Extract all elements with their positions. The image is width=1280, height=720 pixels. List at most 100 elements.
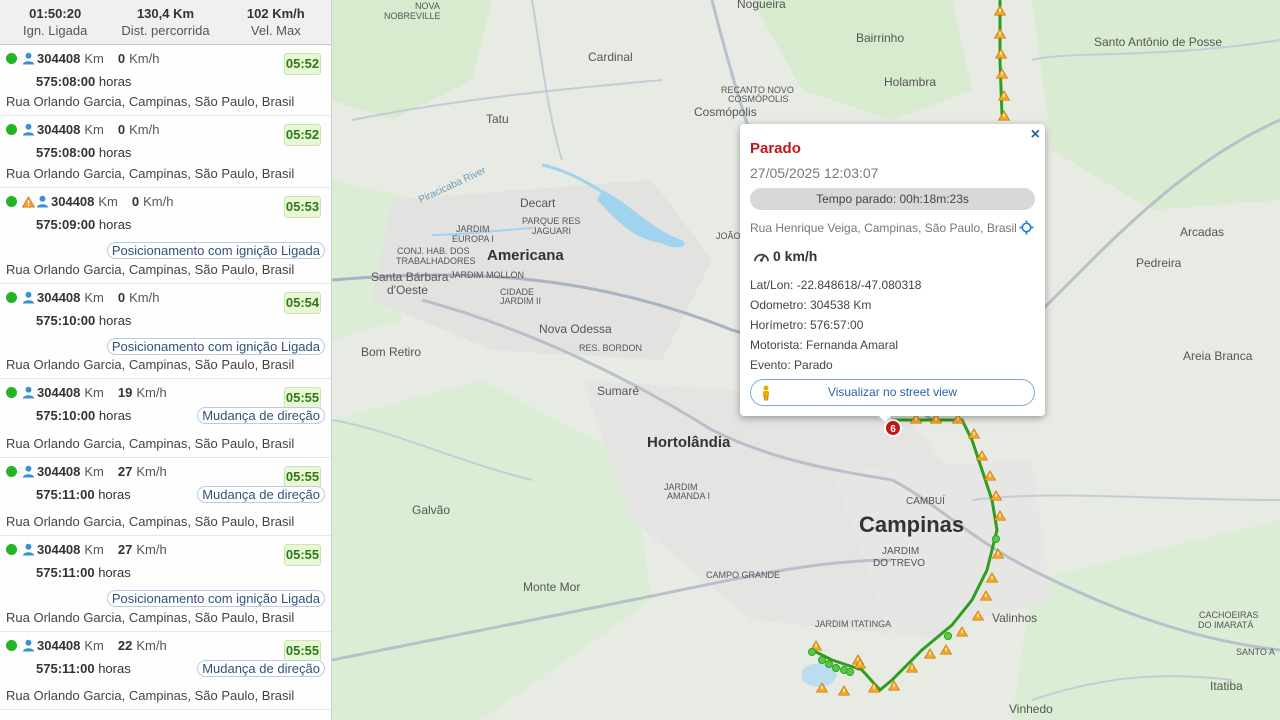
- route-warning-icon[interactable]: [992, 548, 1004, 559]
- route-warning-icon[interactable]: [940, 644, 952, 655]
- stat-max-speed: 102 Km/h Vel. Max: [221, 0, 331, 44]
- ignition-status-dot: [6, 640, 17, 651]
- event-odometer-row: 304408 Km 22 Km/h: [22, 638, 181, 653]
- place-label: Monte Mor: [523, 580, 581, 594]
- route-warning-icon[interactable]: [888, 680, 900, 691]
- street-view-button[interactable]: Visualizar no street view: [750, 379, 1035, 406]
- event-time-badge: 05:55: [284, 544, 321, 566]
- hourmeter-row: 575:11:00 horas: [36, 661, 131, 676]
- odometer-unit: Km: [84, 51, 104, 66]
- route-warning-icon[interactable]: [816, 682, 828, 693]
- place-label: Valinhos: [992, 611, 1038, 625]
- map-view[interactable]: Americana Hortolândia Campinas Nogueira …: [332, 0, 1280, 720]
- odometer-unit: Km: [84, 385, 104, 400]
- place-label: COSMÓPOLIS: [728, 94, 789, 104]
- route-warning-icon[interactable]: [998, 90, 1010, 101]
- route-warning-icon[interactable]: [994, 28, 1006, 39]
- locate-icon[interactable]: [1019, 220, 1034, 235]
- speed-unit: Km/h: [143, 194, 174, 209]
- route-point[interactable]: [808, 648, 816, 656]
- event-list: 304408 Km 0 Km/h 05:52 575:08:00 horas Rua Orl…: [0, 45, 331, 710]
- popup-driver: Motorista: Fernanda Amaral: [750, 338, 899, 352]
- place-label: Bom Retiro: [361, 345, 422, 359]
- odometer-unit: Km: [84, 464, 104, 479]
- odometer-value: 304408: [37, 638, 81, 653]
- route-point[interactable]: [846, 668, 854, 676]
- hourmeter-value: 575:11:00: [36, 565, 95, 580]
- speedometer-icon: [754, 253, 769, 262]
- popup-speed-value: 0 km/h: [773, 248, 818, 264]
- stat-ignition: 01:50:20 Ign. Ligada: [0, 0, 110, 44]
- route-warning-icon[interactable]: [854, 658, 866, 669]
- place-label: CONJ. HAB. DOS: [397, 246, 470, 256]
- route-warning-icon[interactable]: [990, 490, 1002, 501]
- route-warning-icon[interactable]: [906, 662, 918, 673]
- place-label: Nogueira: [737, 0, 786, 11]
- event-list-item[interactable]: 304408 Km 0 Km/h 05:53 575:09:00 horas Posicio…: [0, 188, 331, 284]
- odometer-value: 304408: [37, 51, 81, 66]
- place-label: JARDIM: [882, 546, 920, 557]
- hourmeter-value: 575:08:00: [36, 74, 96, 89]
- route-warning-icon[interactable]: [998, 110, 1010, 121]
- place-label: Arcadas: [1180, 225, 1225, 239]
- hourmeter-value: 575:10:00: [36, 408, 96, 423]
- route-point[interactable]: [992, 535, 1000, 543]
- stat-distance: 130,4 Km Dist. percorrida: [110, 0, 220, 44]
- hourmeter-value: 575:09:00: [36, 217, 96, 232]
- place-label: CAMBUÍ: [906, 496, 945, 507]
- route-warning-icon[interactable]: [996, 68, 1008, 79]
- place-label: Pedreira: [1136, 256, 1182, 270]
- place-label: AMANDA I: [667, 491, 711, 501]
- event-list-item[interactable]: 304408 Km 19 Km/h 05:55 575:10:00 horas Mudanç…: [0, 379, 331, 458]
- route-warning-icon[interactable]: [994, 5, 1006, 16]
- event-odometer-row: 304408 Km 0 Km/h: [22, 122, 173, 137]
- place-label: JOÃO: [716, 231, 741, 241]
- event-list-item[interactable]: 304408 Km 22 Km/h 05:55 575:11:00 horas Mudanç…: [0, 632, 331, 710]
- event-type-badge: Mudança de direção: [197, 660, 325, 677]
- route-warning-icon[interactable]: [968, 428, 980, 439]
- route-point[interactable]: [944, 632, 952, 640]
- popup-close-button[interactable]: ×: [1031, 126, 1040, 144]
- speed-unit: Km/h: [129, 290, 160, 305]
- ignition-status-dot: [6, 196, 17, 207]
- place-label: JAGUARI: [532, 226, 572, 236]
- route-warning-icon[interactable]: [956, 626, 968, 637]
- driver-icon: [22, 386, 35, 399]
- place-label: EUROPA I: [452, 234, 494, 244]
- route-warning-icon[interactable]: [976, 450, 988, 461]
- pegman-icon: [763, 385, 769, 401]
- route-warning-icon[interactable]: [868, 682, 880, 693]
- route-warning-icon[interactable]: [924, 648, 936, 659]
- event-popup: × Parado 27/05/2025 12:03:07 Tempo parad…: [740, 124, 1045, 422]
- event-list-item[interactable]: 304408 Km 27 Km/h 05:55 575:11:00 horas Posici…: [0, 536, 331, 632]
- event-list-item[interactable]: 304408 Km 27 Km/h 05:55 575:11:00 horas Mudanç…: [0, 458, 331, 536]
- speed-unit: Km/h: [136, 638, 167, 653]
- ignition-status-dot: [6, 53, 17, 64]
- event-time-badge: 05:53: [284, 196, 321, 218]
- route-warning-icon[interactable]: [986, 572, 998, 583]
- place-label: NOBREVILLE: [384, 11, 441, 21]
- speed-value: 27: [117, 542, 133, 557]
- route-warning-icon[interactable]: [994, 510, 1006, 521]
- ignition-status-dot: [6, 124, 17, 135]
- event-list-item[interactable]: 304408 Km 0 Km/h 05:54 575:10:00 horas Posicio…: [0, 284, 331, 379]
- event-address: Rua Orlando Garcia, Campinas, São Paulo,…: [6, 514, 295, 529]
- street-view-label: Visualizar no street view: [827, 385, 958, 399]
- event-list-item[interactable]: 304408 Km 0 Km/h 05:52 575:08:00 horas Rua Orl…: [0, 45, 331, 116]
- event-address: Rua Orlando Garcia, Campinas, São Paulo,…: [6, 262, 295, 277]
- speed-value: 0: [131, 194, 140, 209]
- route-warning-icon[interactable]: [995, 48, 1007, 59]
- route-warning-icon[interactable]: [980, 590, 992, 601]
- route-warning-icon[interactable]: [972, 610, 984, 621]
- route-warning-icon[interactable]: [984, 470, 996, 481]
- speed-unit: Km/h: [129, 51, 160, 66]
- event-list-item[interactable]: 304408 Km 0 Km/h 05:52 575:08:00 horas Rua Orl…: [0, 116, 331, 188]
- route-warning-icon[interactable]: [838, 685, 850, 696]
- speed-value: 0: [117, 122, 126, 137]
- place-label: Nova Odessa: [539, 322, 612, 336]
- event-type-badge: Posicionamento com ignição Ligada: [106, 590, 325, 607]
- route-point[interactable]: [832, 664, 840, 672]
- odometer-value: 304408: [37, 122, 81, 137]
- speed-value: 0: [117, 290, 126, 305]
- city-label-americana: Americana: [487, 247, 564, 264]
